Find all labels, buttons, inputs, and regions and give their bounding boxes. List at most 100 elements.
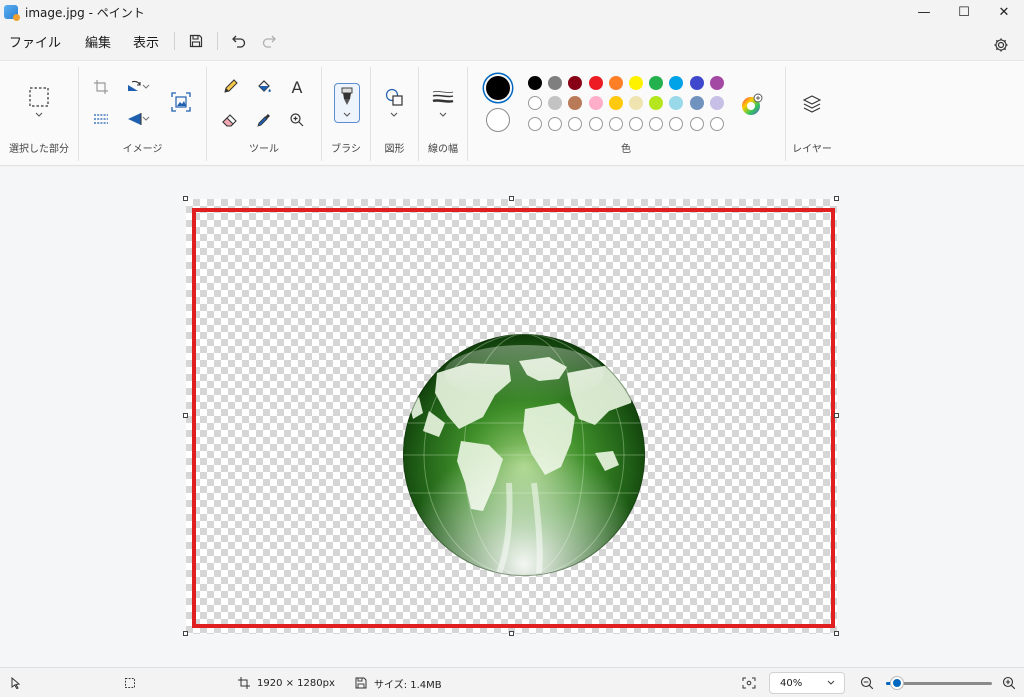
stroke-width-dropdown[interactable] bbox=[429, 107, 457, 123]
brush-button[interactable] bbox=[334, 83, 360, 123]
crop-button[interactable] bbox=[87, 73, 115, 101]
text-button[interactable]: A bbox=[283, 73, 311, 101]
colors-group: 色 bbox=[468, 61, 784, 167]
edit-colors-button[interactable] bbox=[738, 91, 766, 119]
flip-dropdown[interactable] bbox=[139, 105, 153, 133]
maximize-icon: ☐ bbox=[958, 4, 970, 20]
color-swatch[interactable] bbox=[649, 96, 664, 110]
chevron-down-icon bbox=[390, 112, 398, 117]
color-swatch[interactable] bbox=[669, 76, 684, 90]
minimize-icon: — bbox=[917, 4, 931, 20]
empty-color-slot[interactable] bbox=[588, 117, 603, 131]
color-picker-button[interactable] bbox=[250, 106, 278, 134]
color-swatch[interactable] bbox=[669, 96, 684, 110]
paint-app-icon bbox=[4, 5, 20, 21]
zoom-out-icon bbox=[860, 676, 874, 690]
window-title: image.jpg - ペイント bbox=[25, 5, 145, 20]
fit-to-window-button[interactable] bbox=[742, 668, 756, 697]
zoom-out-button[interactable] bbox=[860, 668, 874, 697]
image-properties-button[interactable] bbox=[167, 88, 195, 116]
selection-size bbox=[124, 668, 136, 697]
empty-color-slot[interactable] bbox=[669, 117, 684, 131]
stroke-width-icon bbox=[432, 91, 454, 103]
color-swatch[interactable] bbox=[709, 96, 724, 110]
eyedropper-icon bbox=[257, 114, 270, 127]
color-swatch[interactable] bbox=[568, 96, 583, 110]
color-swatch[interactable] bbox=[548, 96, 563, 110]
color-swatch[interactable] bbox=[689, 96, 704, 110]
zoom-slider-thumb[interactable] bbox=[890, 677, 903, 689]
settings-button[interactable] bbox=[986, 30, 1016, 60]
undo-icon bbox=[232, 35, 246, 48]
resize-skew-icon bbox=[94, 114, 108, 124]
ribbon-toolbar: 選択した部分 イメージ A ツール ブラシ 図形 線の幅 色 レイヤー bbox=[0, 60, 1024, 166]
resize-handle-left[interactable] bbox=[183, 413, 188, 418]
color-swatch[interactable] bbox=[548, 76, 563, 90]
rotate-dropdown[interactable] bbox=[139, 73, 153, 101]
colors-group-label: 色 bbox=[621, 144, 631, 155]
color-swatch[interactable] bbox=[608, 76, 623, 90]
color-swatch[interactable] bbox=[629, 76, 643, 90]
resize-button[interactable] bbox=[87, 105, 115, 133]
magnifier-button[interactable] bbox=[283, 106, 311, 134]
resize-handle-bottom[interactable] bbox=[509, 631, 514, 636]
primary-color[interactable] bbox=[486, 76, 510, 100]
secondary-color[interactable] bbox=[486, 108, 510, 132]
empty-color-slot[interactable] bbox=[568, 117, 583, 131]
menu-file[interactable]: ファイル bbox=[0, 32, 70, 51]
resize-handle-top[interactable] bbox=[509, 196, 514, 201]
color-swatch[interactable] bbox=[568, 76, 583, 90]
empty-color-slot[interactable] bbox=[608, 117, 623, 131]
image-resize-icon bbox=[171, 92, 191, 112]
pencil-icon bbox=[224, 79, 238, 93]
color-swatch[interactable] bbox=[649, 76, 664, 90]
empty-color-slot[interactable] bbox=[629, 117, 643, 131]
eraser-button[interactable] bbox=[216, 106, 244, 134]
zoom-dropdown[interactable]: 40% bbox=[769, 672, 845, 694]
empty-color-slot[interactable] bbox=[689, 117, 704, 131]
chevron-down-icon bbox=[343, 112, 351, 117]
redo-button[interactable] bbox=[254, 26, 284, 56]
color-swatch[interactable] bbox=[689, 76, 704, 90]
undo-button[interactable] bbox=[224, 26, 254, 56]
color-swatch[interactable] bbox=[588, 96, 603, 110]
menu-edit[interactable]: 編集 bbox=[76, 32, 120, 51]
empty-color-slot[interactable] bbox=[709, 117, 724, 131]
pencil-button[interactable] bbox=[216, 73, 244, 101]
empty-color-slot[interactable] bbox=[528, 117, 542, 131]
fill-button[interactable] bbox=[250, 73, 278, 101]
chevron-down-icon bbox=[827, 680, 835, 685]
select-dropdown[interactable] bbox=[25, 107, 53, 123]
layers-button[interactable] bbox=[798, 90, 826, 118]
resize-handle-right[interactable] bbox=[834, 413, 839, 418]
color-swatch[interactable] bbox=[528, 76, 542, 90]
empty-color-slot[interactable] bbox=[649, 117, 664, 131]
color-swatch[interactable] bbox=[608, 96, 623, 110]
menu-view[interactable]: 表示 bbox=[124, 32, 168, 51]
resize-handle-top-right[interactable] bbox=[834, 196, 839, 201]
file-size: サイズ: 1.4MB bbox=[355, 668, 442, 697]
color-swatch[interactable] bbox=[629, 96, 643, 110]
chevron-down-icon bbox=[35, 112, 43, 117]
empty-color-slot[interactable] bbox=[548, 117, 563, 131]
maximize-button[interactable]: ☐ bbox=[944, 0, 984, 24]
selection-group: 選択した部分 bbox=[0, 61, 78, 167]
color-swatch[interactable] bbox=[528, 96, 542, 110]
close-button[interactable]: ✕ bbox=[984, 0, 1024, 24]
color-swatch[interactable] bbox=[709, 76, 724, 90]
brushes-group: ブラシ bbox=[322, 61, 370, 167]
stroke-width-group-label: 線の幅 bbox=[428, 144, 458, 155]
resize-handle-top-left[interactable] bbox=[183, 196, 188, 201]
shapes-dropdown[interactable] bbox=[380, 107, 408, 123]
resize-handle-bottom-right[interactable] bbox=[834, 631, 839, 636]
layers-icon bbox=[802, 95, 822, 113]
resize-handle-bottom-left[interactable] bbox=[183, 631, 188, 636]
minimize-button[interactable]: — bbox=[904, 0, 944, 24]
color-swatch[interactable] bbox=[588, 76, 603, 90]
zoom-in-button[interactable] bbox=[1002, 668, 1016, 697]
pointer-icon bbox=[11, 677, 21, 689]
drawing-canvas[interactable] bbox=[183, 196, 839, 636]
file-size-text: サイズ: 1.4MB bbox=[374, 679, 442, 691]
canvas-dimensions: 1920 × 1280px bbox=[238, 668, 335, 697]
save-button[interactable] bbox=[181, 26, 211, 56]
